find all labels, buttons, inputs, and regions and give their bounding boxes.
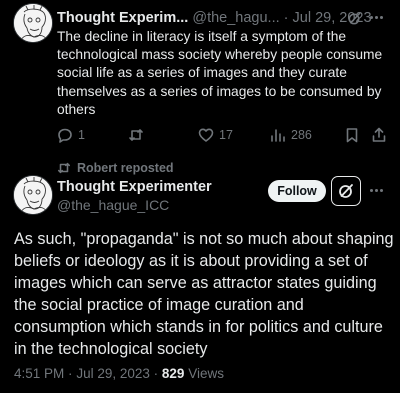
reply-tweet-header: Thought Experim... @the_hagu... · Jul 29… [57, 8, 387, 28]
repost-banner[interactable]: Robert reposted [57, 160, 174, 176]
grok-button[interactable] [331, 176, 361, 206]
avatar[interactable] [13, 175, 53, 215]
reply-icon [58, 128, 72, 143]
avatar[interactable] [13, 3, 53, 43]
reply-tweet-text: The decline in literacy is itself a symp… [57, 29, 383, 117]
reply-count: 1 [78, 128, 85, 142]
repost-button[interactable] [128, 126, 144, 144]
view-count: 829 [161, 366, 185, 381]
tweet-time[interactable]: 4:51 PM [14, 366, 64, 381]
more-icon[interactable] [370, 16, 383, 19]
reply-tweet-actions: 1 17 286 [57, 126, 392, 144]
separator: · [153, 366, 159, 381]
author-name[interactable]: Thought Experim... [57, 10, 188, 26]
avatar-sketch-icon [14, 4, 52, 42]
share-icon [372, 127, 386, 142]
reply-button[interactable]: 1 [57, 126, 85, 144]
separator: · [68, 366, 73, 381]
like-count: 17 [219, 128, 233, 142]
grok-icon[interactable] [347, 11, 362, 26]
like-button[interactable]: 17 [198, 126, 233, 144]
more-icon[interactable] [370, 189, 383, 192]
views-label: Views [188, 366, 224, 381]
share-button[interactable] [371, 126, 387, 144]
like-icon [198, 128, 214, 142]
views-icon [271, 129, 285, 142]
tweet-date[interactable]: Jul 29, 2023 [76, 366, 150, 381]
bookmark-button[interactable] [344, 126, 360, 144]
view-count: 286 [291, 128, 312, 142]
bookmark-icon [346, 128, 358, 143]
author-handle[interactable]: @the_hagu... [192, 10, 279, 26]
views-button[interactable]: 286 [270, 126, 312, 144]
main-tweet-text: As such, "propaganda" is not so much abo… [14, 230, 394, 358]
tweet-meta: 4:51 PM · Jul 29, 2023 · 829 Views [14, 365, 224, 383]
separator: · [283, 10, 289, 26]
reply-tweet[interactable]: Thought Experim... @the_hagu... · Jul 29… [0, 0, 400, 152]
avatar-sketch-icon [14, 176, 52, 214]
follow-button[interactable]: Follow [268, 180, 326, 202]
author-name[interactable]: Thought Experimenter [57, 178, 212, 196]
grok-icon [339, 184, 353, 198]
repost-icon [57, 162, 71, 174]
repost-label: Robert reposted [77, 161, 174, 175]
repost-icon [129, 129, 143, 141]
author-handle[interactable]: @the_hague_ICC [57, 196, 169, 214]
